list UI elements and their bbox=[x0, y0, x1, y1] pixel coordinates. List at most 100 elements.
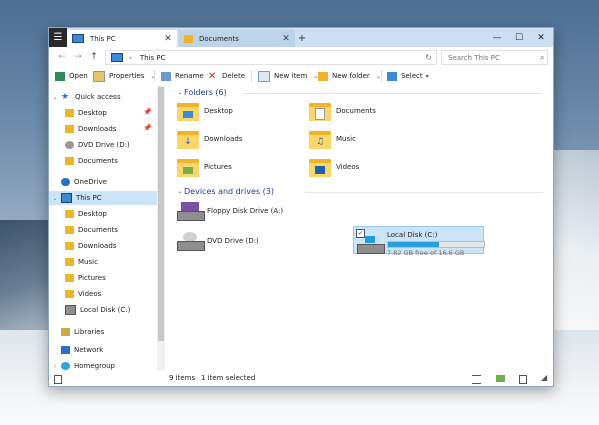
new-folder-icon bbox=[318, 71, 328, 81]
item-count: 9 items bbox=[169, 374, 196, 382]
preview-pane-icon[interactable] bbox=[54, 375, 62, 384]
rename-label: Rename bbox=[175, 72, 204, 80]
nav-label: Desktop bbox=[78, 109, 107, 117]
delete-button[interactable]: ✕ Delete bbox=[208, 69, 245, 83]
nav-quick-dvd[interactable]: DVD Drive (D:) bbox=[63, 138, 130, 152]
close-window-icon[interactable]: ✕ bbox=[530, 28, 552, 47]
breadcrumb-chevron-icon[interactable]: › bbox=[129, 54, 132, 62]
nav-pc-pictures[interactable]: Pictures bbox=[63, 271, 106, 285]
homegroup-icon bbox=[61, 362, 70, 370]
search-box[interactable]: ⌕ bbox=[441, 50, 548, 65]
nav-label: Network bbox=[74, 346, 104, 354]
videos-folder-icon bbox=[309, 157, 331, 177]
forward-arrow-icon[interactable]: → bbox=[71, 50, 85, 64]
details-view-icon[interactable] bbox=[472, 375, 481, 384]
chevron-down-icon[interactable]: ⌄ bbox=[176, 188, 184, 195]
drive-dvd-d[interactable]: DVD Drive (D:) bbox=[177, 231, 259, 251]
nav-pc-music[interactable]: Music bbox=[63, 255, 98, 269]
address-field[interactable]: › This PC ↻ bbox=[105, 50, 437, 65]
thumbnail-view-icon[interactable] bbox=[496, 375, 505, 382]
nav-quick-downloads[interactable]: Downloads bbox=[63, 122, 116, 136]
nav-label: Libraries bbox=[74, 328, 105, 336]
folder-documents[interactable]: Documents bbox=[309, 98, 376, 124]
drives-group-header[interactable]: ⌄ Devices and drives (3) bbox=[176, 187, 274, 196]
folder-music[interactable]: ♫ Music bbox=[309, 126, 356, 152]
rename-button[interactable]: Rename bbox=[161, 69, 204, 83]
chevron-down-icon[interactable]: ⌄ bbox=[51, 195, 59, 202]
desktop-folder-icon bbox=[65, 210, 74, 218]
properties-icon bbox=[93, 70, 105, 82]
drive-local-disk-c[interactable]: ✓ Local Disk (C:) 7.82 GB free of 16.6 G… bbox=[353, 226, 485, 257]
drive-usage-fill bbox=[388, 242, 439, 247]
breadcrumb-this-pc[interactable]: This PC bbox=[140, 54, 166, 62]
nav-pc-downloads[interactable]: Downloads bbox=[63, 239, 116, 253]
new-item-label: New item bbox=[274, 72, 308, 80]
preview-toggle-icon[interactable] bbox=[519, 375, 527, 384]
nav-label: Music bbox=[78, 258, 98, 266]
nav-quick-access[interactable]: ⌄ ★ Quick access bbox=[51, 90, 121, 104]
selection-count: 1 item selected bbox=[201, 374, 256, 382]
folder-videos[interactable]: Videos bbox=[309, 154, 359, 180]
properties-button[interactable]: Properties ⌄ bbox=[93, 69, 155, 83]
new-item-icon bbox=[258, 70, 270, 82]
new-tab-icon[interactable]: + bbox=[295, 30, 309, 47]
nav-scrollbar-thumb[interactable] bbox=[158, 87, 164, 341]
new-folder-label: New folder bbox=[332, 72, 370, 80]
folder-desktop[interactable]: Desktop bbox=[177, 98, 233, 124]
drive-details: Local Disk (C:) 7.82 GB free of 16.6 GB bbox=[387, 231, 485, 257]
folder-label: Videos bbox=[336, 163, 360, 171]
rename-icon bbox=[161, 71, 171, 81]
group-divider bbox=[243, 93, 543, 94]
resize-grip-icon[interactable]: ◢ bbox=[541, 373, 547, 382]
folder-label: Downloads bbox=[204, 135, 243, 143]
new-folder-button[interactable]: New folder ⌄ bbox=[318, 69, 381, 83]
select-label: Select bbox=[401, 72, 423, 80]
refresh-icon[interactable]: ↻ bbox=[425, 53, 432, 62]
libraries-icon bbox=[61, 328, 70, 336]
tab-documents[interactable]: Documents ✕ bbox=[179, 30, 295, 47]
nav-this-pc[interactable]: ⌄ This PC bbox=[49, 191, 159, 205]
folders-group-header[interactable]: ⌄ Folders (6) bbox=[176, 88, 226, 97]
close-tab-icon[interactable]: ✕ bbox=[281, 34, 291, 44]
nav-quick-documents[interactable]: Documents bbox=[63, 154, 118, 168]
chevron-down-icon[interactable]: ▾ bbox=[426, 73, 429, 80]
tab-this-pc[interactable]: This PC ✕ bbox=[67, 30, 177, 47]
pin-icon[interactable]: 📌 bbox=[143, 108, 152, 116]
nav-pc-local-disk[interactable]: Local Disk (C:) bbox=[63, 303, 130, 317]
properties-label: Properties bbox=[109, 72, 145, 80]
nav-label: Pictures bbox=[78, 274, 106, 282]
up-arrow-icon[interactable]: ↑ bbox=[87, 50, 101, 64]
folder-pictures[interactable]: Pictures bbox=[177, 154, 232, 180]
chevron-down-icon[interactable]: ⌄ bbox=[51, 94, 59, 101]
search-input[interactable] bbox=[446, 52, 540, 63]
hamburger-menu-icon[interactable]: ☰ bbox=[49, 28, 67, 47]
nav-label: Desktop bbox=[78, 210, 107, 218]
close-tab-icon[interactable]: ✕ bbox=[163, 34, 173, 44]
nav-pc-desktop[interactable]: Desktop bbox=[63, 207, 107, 221]
nav-pc-videos[interactable]: Videos bbox=[63, 287, 101, 301]
chevron-down-icon[interactable]: ⌄ bbox=[176, 89, 184, 96]
nav-label: Quick access bbox=[75, 93, 121, 101]
nav-pc-documents[interactable]: Documents bbox=[63, 223, 118, 237]
group-title: Devices and drives (3) bbox=[184, 187, 274, 196]
nav-libraries[interactable]: Libraries bbox=[51, 325, 104, 339]
minimize-icon[interactable]: — bbox=[486, 28, 508, 47]
nav-network[interactable]: Network bbox=[51, 343, 103, 357]
maximize-icon[interactable]: ☐ bbox=[508, 28, 530, 47]
drive-floppy-a[interactable]: Floppy Disk Drive (A:) bbox=[177, 201, 283, 221]
folder-downloads[interactable]: ↓ Downloads bbox=[177, 126, 242, 152]
new-item-button[interactable]: New item ⌄ bbox=[258, 69, 318, 83]
open-button[interactable]: Open bbox=[55, 69, 88, 83]
drive-label: Local Disk (C:) bbox=[387, 231, 438, 239]
videos-folder-icon bbox=[65, 290, 74, 298]
nav-onedrive[interactable]: OneDrive bbox=[51, 175, 107, 189]
nav-scrollbar[interactable] bbox=[157, 85, 165, 371]
select-button[interactable]: Select ▾ bbox=[387, 69, 429, 83]
chevron-right-icon[interactable]: › bbox=[51, 363, 59, 370]
nav-quick-desktop[interactable]: Desktop bbox=[63, 106, 107, 120]
pin-icon[interactable]: 📌 bbox=[143, 124, 152, 132]
folder-icon bbox=[184, 34, 193, 43]
group-divider bbox=[305, 192, 543, 193]
nav-label: Homegroup bbox=[74, 362, 116, 370]
back-arrow-icon[interactable]: ← bbox=[55, 50, 69, 64]
